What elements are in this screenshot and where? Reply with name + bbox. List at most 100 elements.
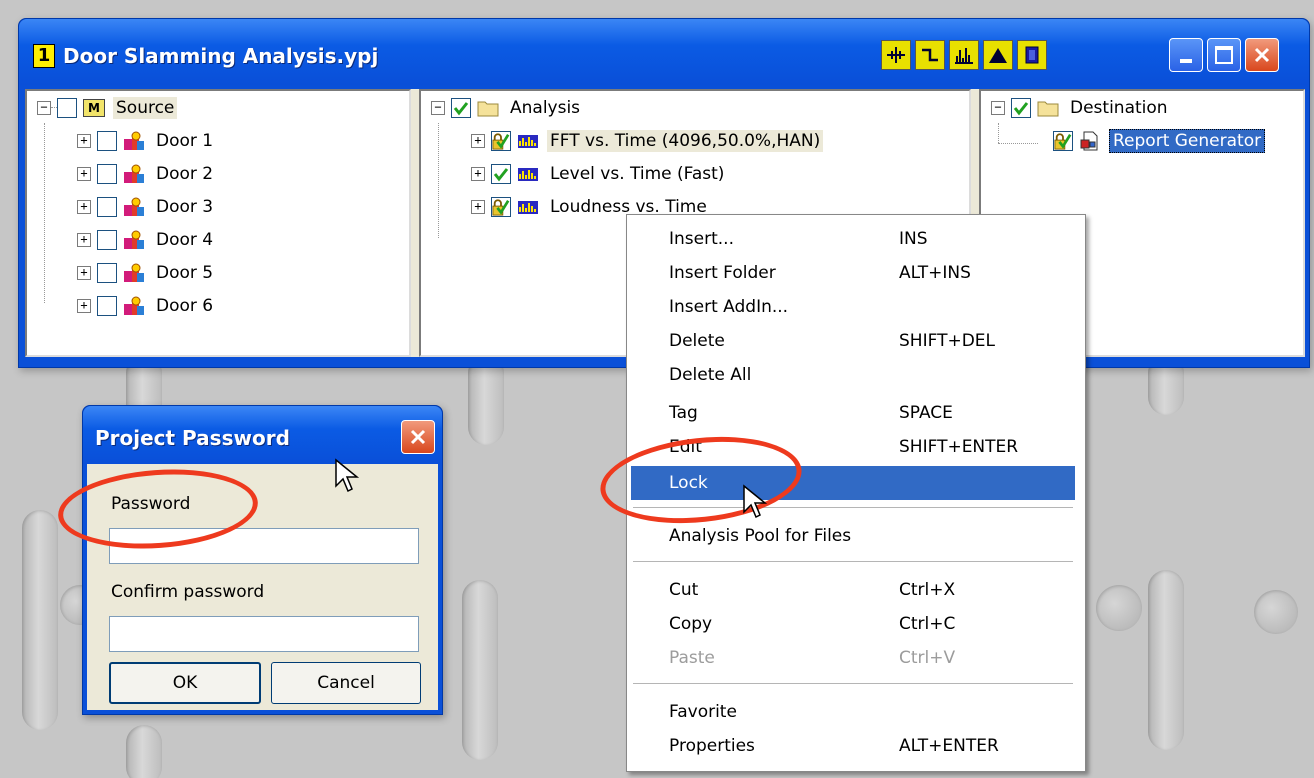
close-button[interactable] — [1245, 38, 1279, 72]
tree-node-door[interactable]: + Door 2 — [77, 159, 216, 189]
menu-item-delete-all[interactable]: Delete All — [631, 358, 1075, 392]
door-label: Door 4 — [156, 230, 214, 250]
cancel-button[interactable]: Cancel — [271, 662, 421, 704]
menu-item-label: Cut — [669, 580, 699, 600]
menu-item-insert-folder[interactable]: Insert Folder ALT+INS — [631, 256, 1075, 290]
expand-icon[interactable]: + — [77, 200, 91, 214]
door-label: Door 2 — [156, 164, 214, 184]
spectrum-icon[interactable] — [949, 40, 979, 70]
tree-node-destination[interactable]: − Destination — [991, 93, 1171, 123]
menu-separator — [633, 683, 1073, 684]
door-checkbox[interactable] — [97, 296, 117, 316]
door-label: Door 6 — [156, 296, 214, 316]
source-label: Source — [113, 97, 178, 119]
level-checkbox[interactable] — [491, 164, 511, 184]
bg-circle — [1096, 585, 1142, 631]
menu-item-shortcut: ALT+ENTER — [899, 736, 999, 756]
tree-node-door[interactable]: + Door 3 — [77, 192, 216, 222]
tree-node-door[interactable]: + Door 6 — [77, 291, 216, 321]
crosshair-icon[interactable] — [881, 40, 911, 70]
door-checkbox[interactable] — [97, 197, 117, 217]
menu-item-cut[interactable]: Cut Ctrl+X — [631, 573, 1075, 607]
door-checkbox[interactable] — [97, 131, 117, 151]
confirm-password-input[interactable] — [109, 616, 419, 652]
project-password-dialog: Project Password Password Confirm passwo… — [82, 405, 443, 715]
title-bar[interactable]: 1 Door Slamming Analysis.ypj — [19, 19, 1309, 85]
tree-node-analysis[interactable]: − Analysis — [431, 93, 583, 123]
bg-slot — [126, 725, 162, 778]
level-label: Level vs. Time (Fast) — [550, 164, 725, 184]
menu-item-analysis-pool[interactable]: Analysis Pool for Files — [631, 519, 1075, 553]
menu-item-properties[interactable]: Properties ALT+ENTER — [631, 729, 1075, 763]
tree-node-fft[interactable]: + FFT vs. Time (4096,50.0%,HAN) — [471, 126, 824, 156]
window-title: Door Slamming Analysis.ypj — [63, 44, 379, 68]
menu-item-delete[interactable]: Delete SHIFT+DEL — [631, 324, 1075, 358]
report-generator-label: Report Generator — [1109, 129, 1266, 153]
tree-node-door[interactable]: + Door 1 — [77, 126, 216, 156]
tree-node-door[interactable]: + Door 5 — [77, 258, 216, 288]
door-file-icon — [124, 230, 144, 249]
bg-circle — [1254, 590, 1298, 634]
door-label: Door 3 — [156, 197, 214, 217]
expand-icon[interactable]: + — [471, 167, 485, 181]
dialog-title-bar[interactable]: Project Password — [83, 406, 442, 464]
expand-icon[interactable]: + — [77, 266, 91, 280]
destination-checkbox[interactable] — [1011, 98, 1031, 118]
expand-icon[interactable]: + — [471, 200, 485, 214]
close-icon — [410, 429, 426, 445]
pane-splitter[interactable] — [411, 89, 419, 357]
dialog-close-button[interactable] — [401, 420, 435, 454]
door-file-icon — [124, 197, 144, 216]
menu-item-favorite[interactable]: Favorite — [631, 695, 1075, 729]
menu-item-label: Properties — [669, 736, 755, 756]
analysis-label: Analysis — [510, 98, 581, 118]
door-file-icon — [124, 164, 144, 183]
menu-item-shortcut: INS — [899, 229, 928, 249]
ok-button[interactable]: OK — [109, 662, 261, 704]
minimize-icon — [1180, 59, 1192, 63]
tree-node-source[interactable]: − M Source — [37, 93, 178, 123]
menu-item-copy[interactable]: Copy Ctrl+C — [631, 607, 1075, 641]
analysis-chart-icon — [518, 201, 538, 214]
menu-item-insert[interactable]: Insert... INS — [631, 222, 1075, 256]
collapse-icon[interactable]: − — [991, 101, 1005, 115]
source-pane[interactable]: − M Source + Door 1 + Door 2 + Door 3 + — [25, 89, 411, 357]
analysis-checkbox[interactable] — [451, 98, 471, 118]
loudness-checkbox[interactable] — [491, 197, 511, 217]
door-checkbox[interactable] — [97, 230, 117, 250]
menu-item-label: Paste — [669, 648, 715, 668]
menu-item-shortcut: SHIFT+ENTER — [899, 437, 1019, 457]
source-module-icon: M — [83, 99, 105, 117]
collapse-icon[interactable]: − — [37, 101, 51, 115]
expand-icon[interactable]: + — [77, 167, 91, 181]
door-checkbox[interactable] — [97, 164, 117, 184]
tree-node-level[interactable]: + Level vs. Time (Fast) — [471, 159, 727, 189]
analysis-chart-icon — [518, 168, 538, 181]
menu-item-tag[interactable]: Tag SPACE — [631, 396, 1075, 430]
menu-item-shortcut: SHIFT+DEL — [899, 331, 995, 351]
menu-item-shortcut: Ctrl+V — [899, 648, 956, 668]
analysis-chart-icon — [518, 135, 538, 148]
minimize-button[interactable] — [1169, 38, 1203, 72]
door-checkbox[interactable] — [97, 263, 117, 283]
expand-icon[interactable]: + — [77, 134, 91, 148]
folder-icon — [477, 101, 499, 117]
menu-item-insert-addin[interactable]: Insert AddIn... — [631, 290, 1075, 324]
tree-node-report-generator[interactable]: Report Generator — [1053, 126, 1266, 156]
bg-slot — [22, 510, 58, 730]
expand-icon[interactable]: + — [77, 233, 91, 247]
expand-icon[interactable]: + — [471, 134, 485, 148]
window-icon[interactable] — [1017, 40, 1047, 70]
tree-node-door[interactable]: + Door 4 — [77, 225, 216, 255]
menu-item-label: Tag — [669, 403, 698, 423]
step-icon[interactable] — [915, 40, 945, 70]
expand-icon[interactable]: + — [77, 299, 91, 313]
destination-label: Destination — [1070, 98, 1168, 118]
report-checkbox[interactable] — [1053, 131, 1073, 151]
fft-checkbox[interactable] — [491, 131, 511, 151]
source-checkbox[interactable] — [57, 98, 77, 118]
report-document-icon — [1080, 131, 1098, 151]
collapse-icon[interactable]: − — [431, 101, 445, 115]
peak-icon[interactable] — [983, 40, 1013, 70]
maximize-button[interactable] — [1207, 38, 1241, 72]
